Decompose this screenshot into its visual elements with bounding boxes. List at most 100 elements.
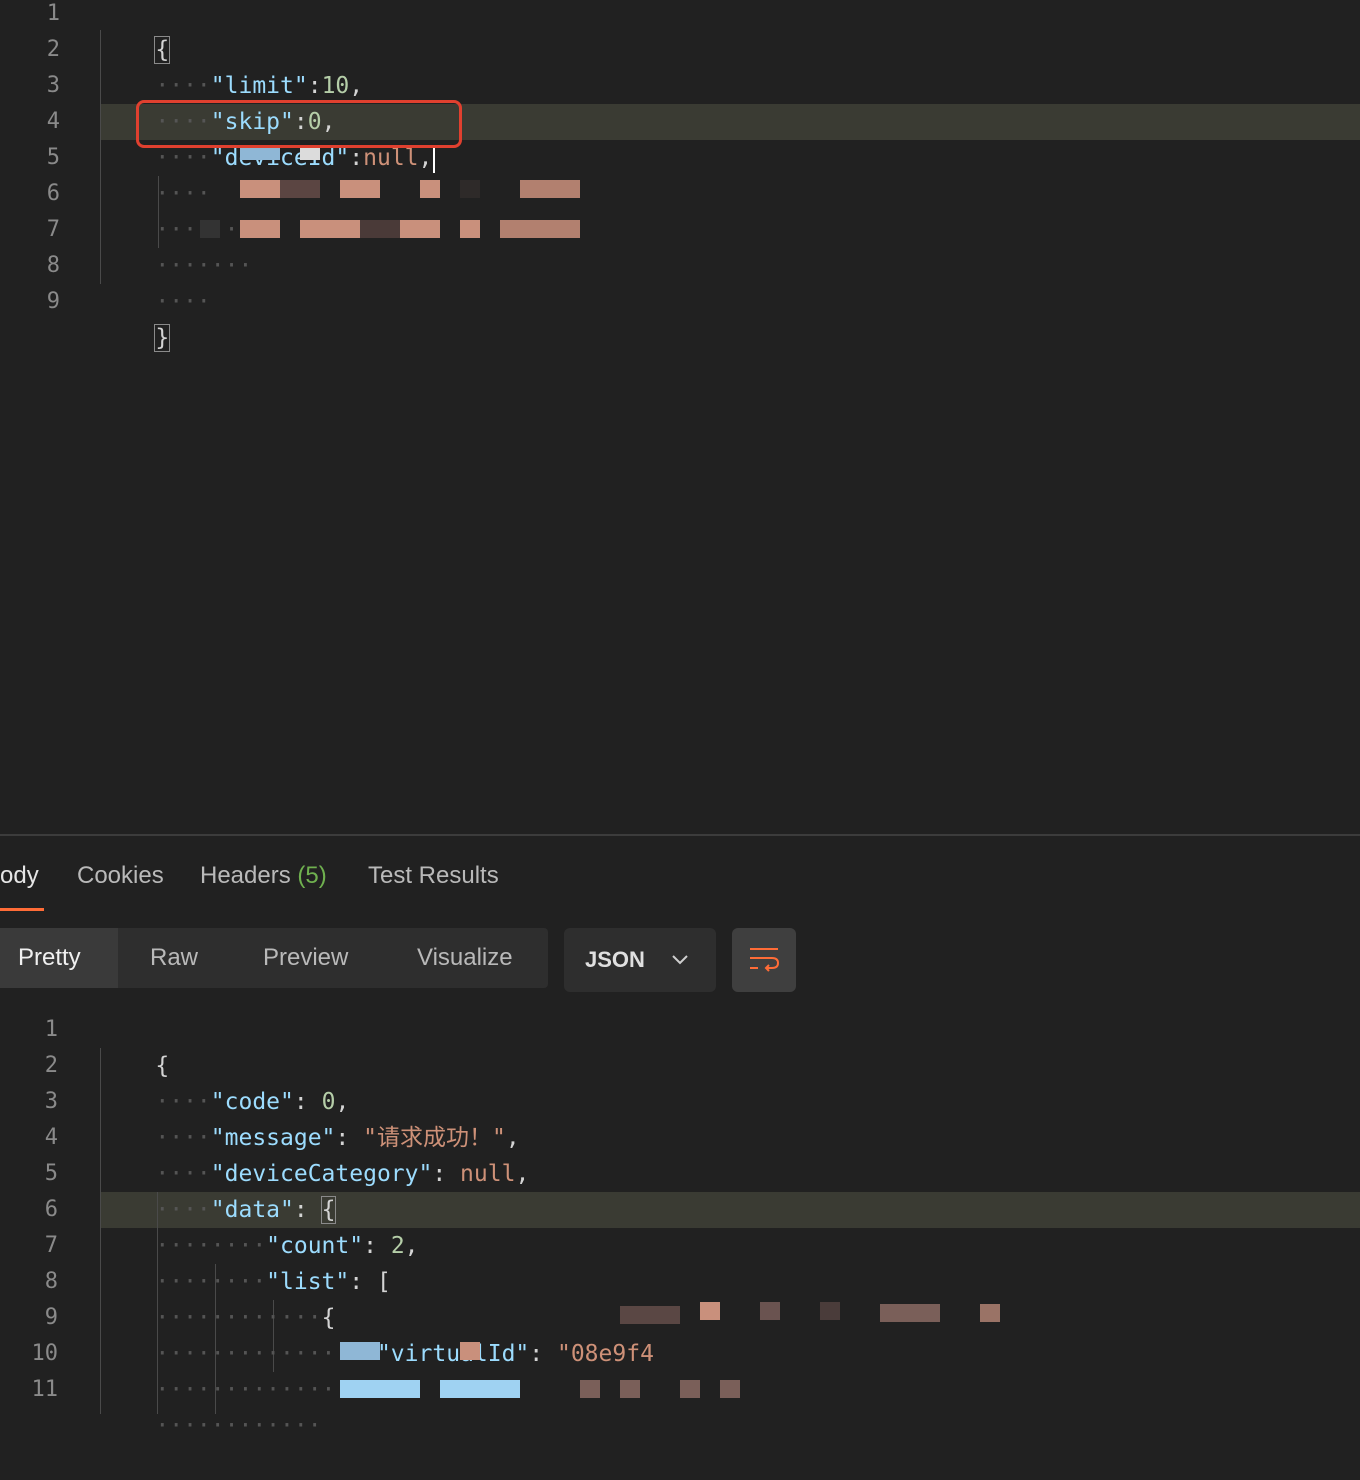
- code-line-8[interactable]: ····: [100, 248, 210, 315]
- response-line-8[interactable]: ············{: [100, 1264, 335, 1331]
- redacted-block: [880, 1304, 940, 1322]
- json-number: 2: [390, 1233, 405, 1259]
- code-line-3[interactable]: ····"skip":0,: [100, 68, 335, 135]
- open-bracket: [: [376, 1269, 391, 1295]
- line-number: 2: [46, 37, 60, 62]
- redacted-block: [820, 1302, 840, 1320]
- line-number: 1: [44, 1017, 58, 1042]
- redacted-block: [240, 180, 280, 198]
- highlight-annotation-box: [136, 100, 462, 148]
- redacted-block: [440, 1380, 520, 1398]
- json-key: "virtualId": [376, 1341, 530, 1367]
- line-number: 11: [31, 1377, 59, 1402]
- redacted-block: [760, 1302, 780, 1320]
- line-number: 5: [46, 145, 60, 170]
- redacted-block: [720, 1380, 740, 1398]
- comma: ,: [515, 1161, 530, 1187]
- line-number: 5: [44, 1161, 58, 1186]
- redacted-block: [280, 180, 320, 198]
- redacted-block: [340, 180, 380, 198]
- redacted-block: [400, 220, 440, 238]
- redacted-block: [340, 1342, 380, 1360]
- chevron-down-icon: [672, 955, 688, 965]
- tab-body[interactable]: ody: [0, 862, 39, 890]
- redacted-block: [460, 220, 480, 238]
- redacted-block: [460, 180, 480, 198]
- redacted-block: [460, 1342, 480, 1360]
- line-number: 7: [44, 1233, 58, 1258]
- json-string: "08e9f4: [556, 1341, 654, 1367]
- line-number: 3: [44, 1089, 58, 1114]
- format-select-value: JSON: [585, 947, 645, 972]
- code-line-1[interactable]: {: [100, 0, 171, 64]
- tab-headers[interactable]: Headers (5): [200, 862, 327, 890]
- redacted-block: [620, 1306, 680, 1324]
- line-number: 4: [46, 109, 60, 134]
- redacted-block: [340, 1380, 420, 1398]
- redacted-block: [420, 180, 440, 198]
- wrap-lines-button[interactable]: [732, 928, 796, 992]
- line-number: 10: [31, 1341, 59, 1366]
- json-null: null: [363, 145, 419, 171]
- response-line-3[interactable]: ····"message": "请求成功！",: [100, 1084, 519, 1151]
- colon: :: [432, 1161, 461, 1187]
- line-number: 6: [44, 1197, 58, 1222]
- comma: ,: [349, 73, 364, 99]
- response-panel: ody Cookies Headers (5) Test Results Pre…: [0, 836, 1360, 1439]
- line-number: 1: [46, 1, 60, 26]
- request-body-editor[interactable]: 1 2 3 4 5 6 7 8 9 { ····"limit":10, ····…: [0, 0, 1360, 834]
- comma: ,: [404, 1233, 419, 1259]
- redacted-block: [360, 220, 400, 238]
- close-brace: }: [154, 324, 171, 352]
- code-line-9[interactable]: }: [100, 284, 171, 352]
- response-line-5[interactable]: ····"data": {: [100, 1156, 337, 1224]
- line-number: 8: [44, 1269, 58, 1294]
- tab-test-results[interactable]: Test Results: [368, 862, 499, 890]
- json-null: null: [460, 1161, 516, 1187]
- redacted-block: [520, 180, 580, 198]
- redacted-block: [300, 148, 320, 160]
- view-raw-button[interactable]: Raw: [150, 928, 198, 988]
- comma: ,: [418, 145, 433, 171]
- redacted-block: [620, 1380, 640, 1398]
- response-line-4[interactable]: ····"deviceCategory": null,: [100, 1120, 529, 1187]
- response-line-2[interactable]: ····"code": 0,: [100, 1048, 349, 1115]
- response-line-7[interactable]: ········"list": [: [100, 1228, 390, 1295]
- json-key: "deviceId": [210, 145, 350, 171]
- redacted-block: [240, 220, 280, 238]
- line-number: 8: [46, 253, 60, 278]
- whitespace-dots: ············: [155, 1413, 322, 1439]
- response-line-10[interactable]: ················: [100, 1336, 377, 1403]
- format-select[interactable]: JSON: [564, 928, 716, 992]
- redacted-block: [680, 1380, 700, 1398]
- line-number: 6: [46, 181, 60, 206]
- view-pretty-button[interactable]: Pretty: [0, 928, 118, 988]
- redacted-block: [300, 220, 360, 238]
- line-number: 4: [44, 1125, 58, 1150]
- redacted-block: [580, 1380, 600, 1398]
- tab-cookies[interactable]: Cookies: [77, 862, 164, 890]
- view-visualize-button[interactable]: Visualize: [417, 928, 513, 988]
- text-cursor: [433, 144, 436, 173]
- line-number: 7: [46, 217, 60, 242]
- line-number: 2: [44, 1053, 58, 1078]
- view-mode-toggle: Pretty Raw Preview Visualize: [0, 928, 548, 988]
- response-line-11[interactable]: ············: [100, 1372, 321, 1439]
- redacted-block: [240, 148, 280, 160]
- response-line-6[interactable]: ········"count": 2,: [100, 1192, 418, 1259]
- colon: :: [349, 145, 364, 171]
- colon: :: [349, 1269, 377, 1295]
- redacted-block: [200, 220, 220, 238]
- response-line-1[interactable]: {: [100, 1012, 169, 1079]
- colon: :: [529, 1341, 557, 1367]
- wrap-lines-icon: [750, 948, 780, 972]
- view-preview-button[interactable]: Preview: [263, 928, 348, 988]
- code-line-2[interactable]: ····"limit":10,: [100, 32, 363, 99]
- line-number: 9: [46, 289, 60, 314]
- redacted-block: [500, 220, 580, 238]
- tab-headers-label: Headers: [200, 862, 291, 889]
- code-line-7[interactable]: ·······: [100, 212, 252, 279]
- headers-count-badge: (5): [297, 862, 327, 889]
- response-line-9[interactable]: ················"virtualId": "08e9f4: [100, 1300, 654, 1367]
- redacted-block: [980, 1304, 1000, 1322]
